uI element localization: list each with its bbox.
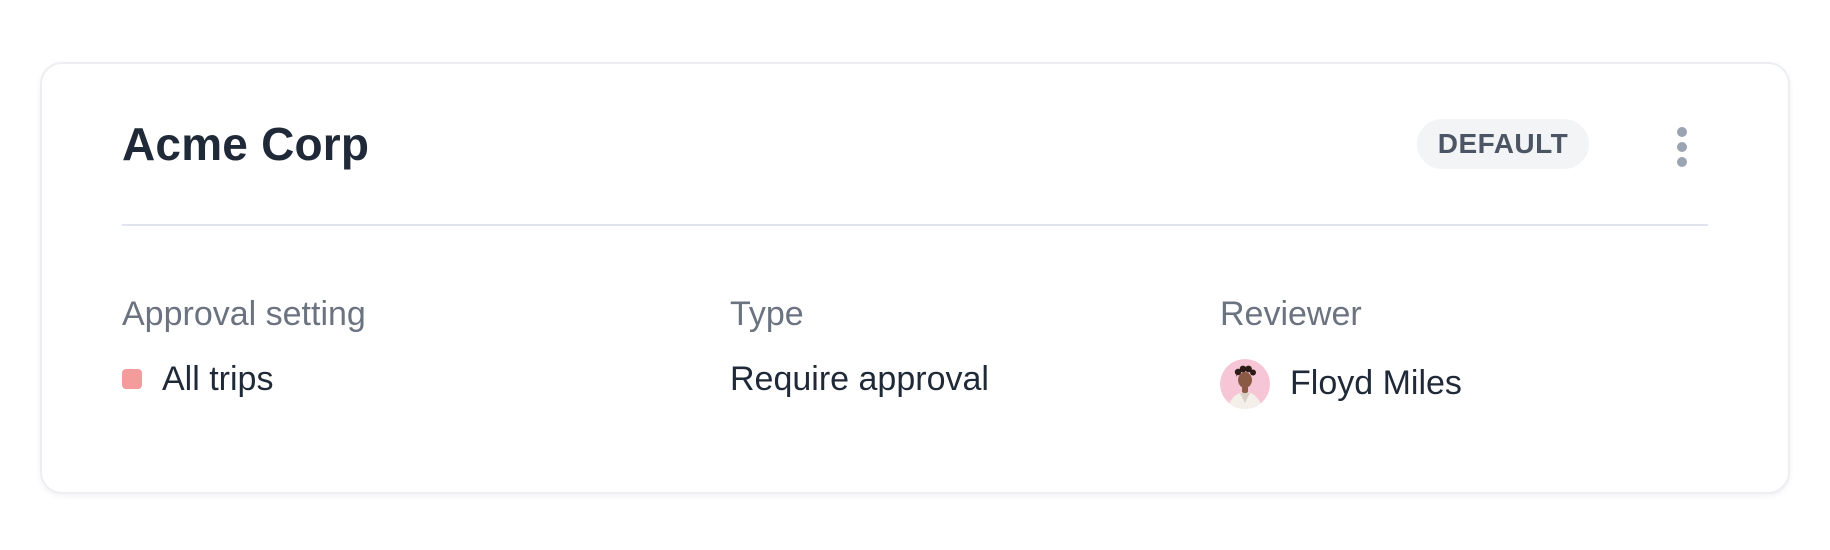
approval-setting-column: Approval setting All trips [122,294,366,400]
approval-setting-text: All trips [162,359,274,398]
kebab-vertical-icon [1677,127,1687,137]
type-text: Require approval [730,359,989,398]
approval-setting-label: Approval setting [122,295,366,333]
header-divider [122,224,1708,226]
approval-policy-card: Acme Corp DEFAULT Approval setting All t… [40,62,1790,494]
approval-color-swatch [122,369,142,390]
user-avatar-icon [1220,358,1270,409]
approval-setting-value: All trips [122,359,366,400]
card-header: Acme Corp DEFAULT [122,64,1708,226]
reviewer-avatar [1220,358,1270,409]
reviewer-name: Floyd Miles [1290,364,1462,403]
more-options-button[interactable] [1667,122,1697,172]
reviewer-column: Reviewer Floyd Miles [1220,294,1462,409]
type-value: Require approval [730,359,989,400]
card-title: Acme Corp [122,118,370,170]
kebab-dot [1677,157,1687,167]
kebab-dot [1677,142,1687,152]
type-label: Type [730,295,804,333]
reviewer-value: Floyd Miles [1220,358,1462,409]
default-badge: DEFAULT [1417,119,1589,169]
reviewer-label: Reviewer [1220,295,1362,333]
type-column: Type Require approval [730,294,989,400]
